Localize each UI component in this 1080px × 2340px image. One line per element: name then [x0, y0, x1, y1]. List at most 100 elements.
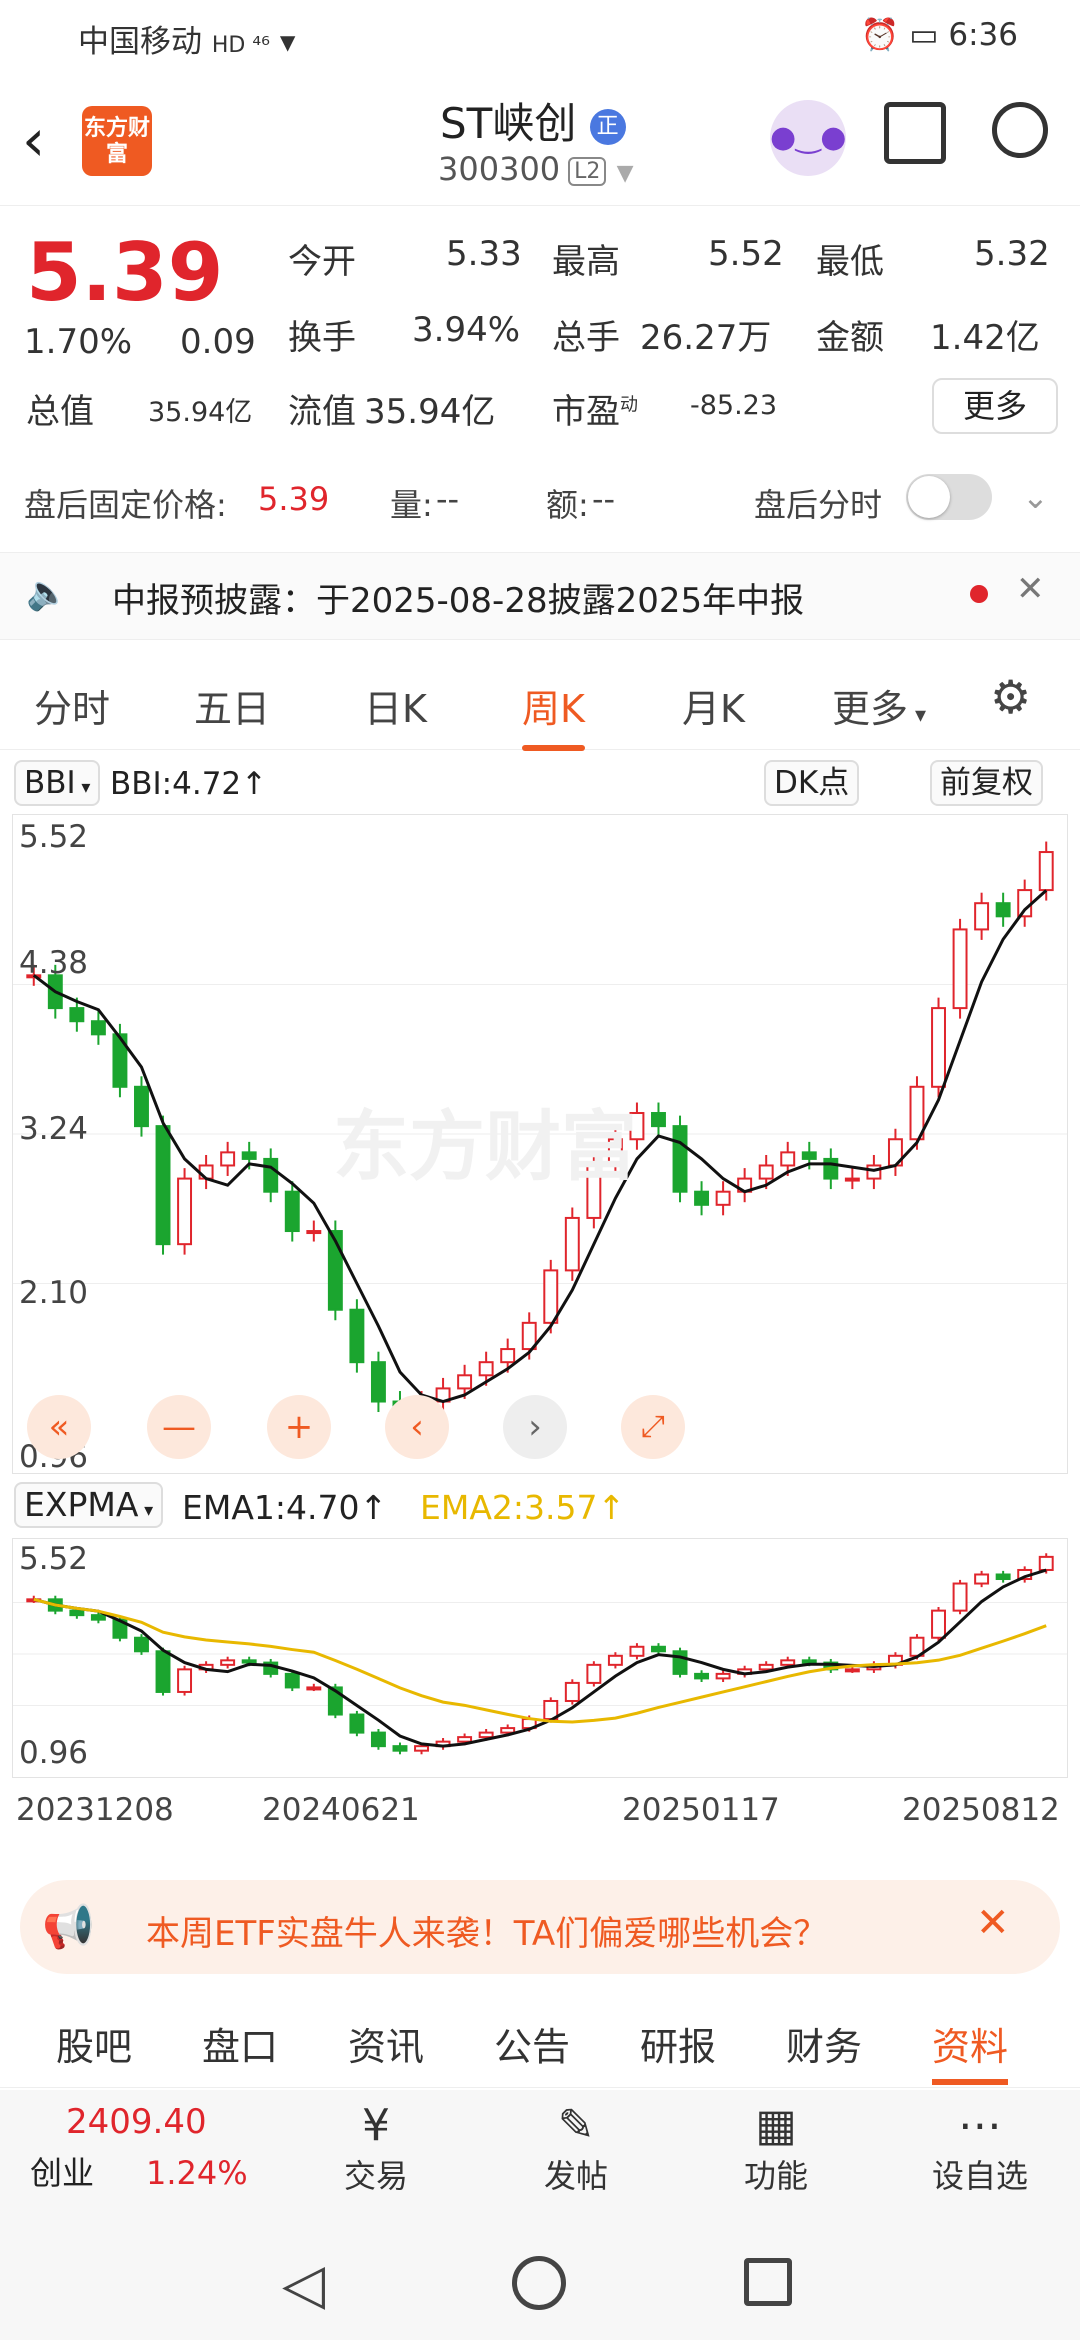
- candle-body: [500, 1348, 516, 1364]
- chart2-header: EXPMA ▾ EMA1:4.70↑ EMA2:3.57↑: [0, 1478, 1080, 1534]
- chevron-left-icon[interactable]: ‹: [385, 1395, 449, 1459]
- trade-button[interactable]: ¥ 交易: [296, 2100, 456, 2197]
- battery-icon: ▭: [909, 17, 939, 53]
- candle-body: [220, 1151, 236, 1167]
- tab-five-day[interactable]: 五日: [194, 678, 270, 733]
- candle-body: [155, 1125, 171, 1246]
- after-hours-amt: --: [592, 480, 616, 518]
- logo: 东方财富: [82, 106, 152, 176]
- turnover-value: 3.94%: [412, 310, 521, 350]
- candle-body: [844, 1177, 860, 1182]
- chart1-header: BBI ▾ BBI:4.72↑ DK点 前复权: [0, 756, 1080, 812]
- tab-announcement[interactable]: 公告: [494, 2016, 570, 2071]
- change-amt: 0.09: [180, 322, 256, 362]
- candle-body: [263, 1157, 279, 1193]
- candle-body: [1038, 851, 1054, 892]
- after-hours-toggle-label: 盘后分时: [754, 486, 883, 524]
- home-nav-icon[interactable]: [512, 2256, 566, 2310]
- candle-body: [780, 1659, 796, 1666]
- gear-icon[interactable]: ⚙: [990, 670, 1031, 724]
- ema2-value: EMA2:3.57↑: [420, 1488, 626, 1527]
- indicator-select[interactable]: BBI ▾: [14, 760, 101, 806]
- candle-body: [1038, 1555, 1054, 1571]
- tab-finance[interactable]: 财务: [786, 2016, 862, 2071]
- low-label: 最低: [816, 242, 884, 282]
- dk-point-button[interactable]: DK点: [764, 760, 860, 806]
- float-value: 35.94亿: [364, 392, 496, 432]
- edit-icon: ✎: [557, 2100, 595, 2151]
- expma-svg[interactable]: [13, 1539, 1067, 1777]
- tab-more[interactable]: 更多 ▾: [832, 678, 926, 733]
- tab-month-k[interactable]: 月K: [682, 678, 745, 733]
- chevron-right-icon[interactable]: ›: [503, 1395, 567, 1459]
- tab-week-k[interactable]: 周K: [522, 678, 585, 751]
- tab-minute[interactable]: 分时: [34, 678, 110, 733]
- candle-body: [241, 1659, 257, 1664]
- candle-body: [69, 1609, 85, 1617]
- chevron-down-icon: ▼: [616, 161, 634, 186]
- after-hours-toggle[interactable]: [906, 474, 992, 520]
- add-watchlist-button[interactable]: ⋯ 设自选: [900, 2100, 1060, 2197]
- expma-chart[interactable]: 5.52 0.96: [12, 1538, 1068, 1778]
- unread-dot: [970, 585, 988, 603]
- candle-body: [349, 1308, 365, 1364]
- bbi-value: BBI:4.72↑: [110, 766, 268, 802]
- tab-news[interactable]: 资讯: [348, 2016, 424, 2071]
- candle-body: [715, 1672, 731, 1680]
- recents-nav-icon[interactable]: [744, 2258, 792, 2306]
- notice-bar[interactable]: 🔈 中报预披露：于2025-08-28披露2025年中报 ✕: [0, 552, 1080, 640]
- zoom-out-icon[interactable]: —: [147, 1395, 211, 1459]
- clock: 6:36: [948, 17, 1018, 53]
- back-nav-icon[interactable]: ◁: [282, 2252, 325, 2317]
- index-pct: 1.24%: [146, 2154, 248, 2192]
- index-widget[interactable]: 2409.40 创业 1.24%: [30, 2102, 280, 2194]
- date-label: 20250117: [622, 1792, 780, 1828]
- post-button[interactable]: ✎ 发帖: [496, 2100, 656, 2197]
- megaphone-icon: 📢: [42, 1902, 95, 1951]
- badge-icon: 正: [589, 108, 626, 145]
- back-icon[interactable]: ‹: [22, 106, 45, 174]
- last-price: 5.39: [26, 226, 224, 319]
- close-icon[interactable]: ✕: [976, 1900, 1010, 1946]
- candle-body: [952, 928, 968, 1010]
- candle-body: [478, 1731, 494, 1739]
- search-icon[interactable]: [992, 102, 1048, 158]
- alarm-icon: ⏰: [860, 17, 900, 53]
- indicator2-select[interactable]: EXPMA ▾: [14, 1482, 164, 1528]
- tab-pankou[interactable]: 盘口: [202, 2016, 278, 2071]
- rewind-icon[interactable]: «: [27, 1395, 91, 1459]
- close-icon[interactable]: ✕: [1016, 569, 1045, 609]
- robot-avatar-icon[interactable]: ●‿●: [770, 100, 846, 176]
- carrier-label: 中国移动: [78, 24, 202, 60]
- tab-profile[interactable]: 资料: [932, 2016, 1009, 2085]
- chevron-down-icon[interactable]: ⌄: [1022, 478, 1049, 516]
- after-hours-vol-label: 量:: [390, 486, 433, 524]
- after-hours-vol: --: [436, 480, 460, 518]
- candle-body: [370, 1361, 386, 1403]
- more-dots-icon: ⋯: [958, 2100, 1002, 2151]
- candle-body: [694, 1672, 710, 1680]
- candle-body: [952, 1582, 968, 1612]
- candle-body: [69, 1007, 85, 1023]
- candle-body: [241, 1151, 257, 1160]
- zoom-in-icon[interactable]: +: [267, 1395, 331, 1459]
- kline-chart[interactable]: 东方财富 5.52 4.38 3.24 2.10 0.96 « — + ‹ › …: [12, 814, 1068, 1475]
- functions-button[interactable]: ▦ 功能: [696, 2100, 856, 2197]
- more-button[interactable]: 更多: [932, 378, 1058, 434]
- stock-title: ST峡创 正: [440, 90, 626, 151]
- tab-guba[interactable]: 股吧: [56, 2016, 132, 2071]
- candle-body: [457, 1374, 473, 1390]
- quote-panel: 5.39 1.70% 0.09 今开 5.33 最高 5.52 最低 5.32 …: [0, 206, 1080, 446]
- stock-code[interactable]: 300300 L2 ▼: [438, 150, 634, 188]
- share-icon[interactable]: [884, 102, 946, 164]
- expand-icon[interactable]: ⤢: [621, 1395, 685, 1459]
- speaker-icon: 🔈: [26, 573, 69, 613]
- adjust-button[interactable]: 前复权: [930, 760, 1043, 806]
- tab-day-k[interactable]: 日K: [364, 678, 427, 733]
- tab-research[interactable]: 研报: [640, 2016, 716, 2071]
- date-label: 20250812: [902, 1792, 1060, 1828]
- date-axis: 20231208 20240621 20250117 20250812: [0, 1792, 1080, 1832]
- candle-body: [607, 1654, 623, 1666]
- promo-banner[interactable]: 📢 本周ETF实盘牛人来袭！TA们偏爱哪些机会？ ✕: [20, 1880, 1060, 1974]
- pe-sup: 动: [620, 394, 638, 416]
